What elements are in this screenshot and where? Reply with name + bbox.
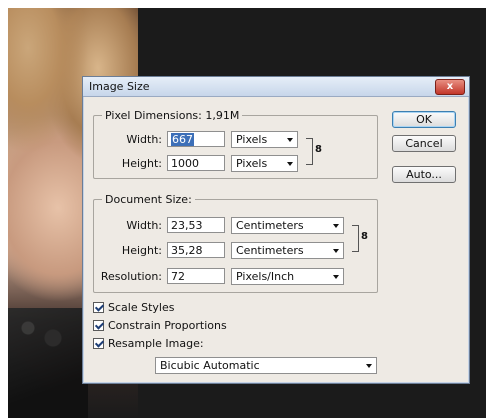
doc-height-unit-select[interactable]: Centimeters xyxy=(231,242,344,259)
doc-width-unit-value: Centimeters xyxy=(236,219,304,232)
pixel-height-label: Height: xyxy=(121,157,162,170)
chain-link-icon: 8 xyxy=(361,231,368,242)
pixel-width-unit-select[interactable]: Pixels xyxy=(231,131,298,148)
chain-link-icon: 8 xyxy=(315,144,322,155)
scale-styles-checkbox[interactable]: Scale Styles xyxy=(93,301,174,315)
doc-width-input[interactable]: 23,53 xyxy=(167,217,225,233)
dropdown-arrow-icon xyxy=(333,249,339,253)
doc-height-value: 35,28 xyxy=(171,244,203,257)
checkmark-icon xyxy=(93,338,104,349)
pixel-link-bracket xyxy=(306,138,313,165)
resample-method-value: Bicubic Automatic xyxy=(160,359,260,372)
ok-button[interactable]: OK xyxy=(392,111,456,128)
resolution-input[interactable]: 72 xyxy=(167,268,225,284)
dialog-titlebar[interactable]: Image Size x xyxy=(83,77,469,97)
resample-image-checkbox[interactable]: Resample Image: xyxy=(93,337,204,351)
pixel-width-unit-value: Pixels xyxy=(236,133,268,146)
dialog-title: Image Size xyxy=(89,80,150,93)
doc-height-label: Height: xyxy=(121,244,162,257)
pixel-width-label: Width: xyxy=(126,133,162,146)
dropdown-arrow-icon xyxy=(287,138,293,142)
dropdown-arrow-icon xyxy=(333,275,339,279)
doc-link-bracket xyxy=(352,225,359,252)
dropdown-arrow-icon xyxy=(333,224,339,228)
close-icon: x xyxy=(446,81,454,92)
auto-button[interactable]: Auto... xyxy=(392,166,456,183)
resample-method-select[interactable]: Bicubic Automatic xyxy=(155,357,377,374)
pixel-dimensions-legend: Pixel Dimensions: 1,91M xyxy=(102,109,243,122)
document-size-group: Document Size: Width: 23,53 Centimeters … xyxy=(93,193,378,293)
resolution-unit-select[interactable]: Pixels/Inch xyxy=(231,268,344,285)
photo-lace xyxy=(8,308,88,418)
pixel-dimensions-group: Pixel Dimensions: 1,91M Width: 667 Pixel… xyxy=(93,109,378,179)
pixel-width-input[interactable]: 667 xyxy=(167,131,225,147)
checkmark-icon xyxy=(93,302,104,313)
image-size-dialog: Image Size x Pixel Dimensions: 1,91M Wid… xyxy=(82,76,470,384)
constrain-proportions-label: Constrain Proportions xyxy=(108,319,227,332)
doc-width-label: Width: xyxy=(126,219,162,232)
pixel-height-value: 1000 xyxy=(171,157,199,170)
doc-height-unit-value: Centimeters xyxy=(236,244,304,257)
doc-height-input[interactable]: 35,28 xyxy=(167,242,225,258)
doc-width-value: 23,53 xyxy=(171,219,203,232)
resolution-value: 72 xyxy=(171,270,185,283)
pixel-height-unit-value: Pixels xyxy=(236,157,268,170)
close-button[interactable]: x xyxy=(435,79,465,95)
document-size-legend: Document Size: xyxy=(102,193,195,206)
resample-image-label: Resample Image: xyxy=(108,337,204,350)
dropdown-arrow-icon xyxy=(287,162,293,166)
pixel-height-input[interactable]: 1000 xyxy=(167,155,225,171)
resolution-unit-value: Pixels/Inch xyxy=(236,270,295,283)
doc-width-unit-select[interactable]: Centimeters xyxy=(231,217,344,234)
pixel-height-unit-select[interactable]: Pixels xyxy=(231,155,298,172)
cancel-button[interactable]: Cancel xyxy=(392,135,456,152)
constrain-proportions-checkbox[interactable]: Constrain Proportions xyxy=(93,319,227,333)
resolution-label: Resolution: xyxy=(100,270,162,283)
pixel-width-value: 667 xyxy=(171,133,194,146)
checkmark-icon xyxy=(93,320,104,331)
dropdown-arrow-icon xyxy=(366,364,372,368)
scale-styles-label: Scale Styles xyxy=(108,301,175,314)
